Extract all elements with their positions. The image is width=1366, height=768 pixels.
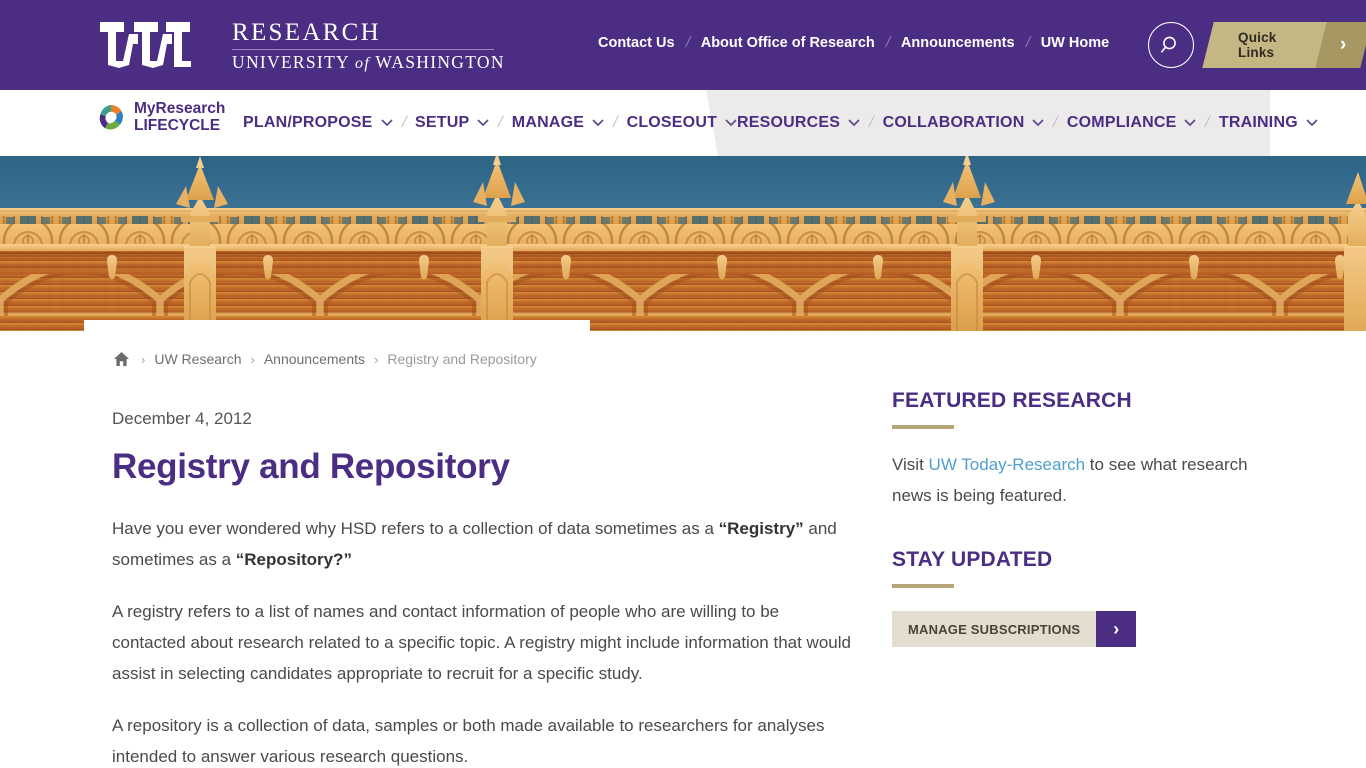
brand-research: RESEARCH [232, 20, 494, 50]
nav-item-manage[interactable]: MANAGE [512, 114, 604, 132]
page-title: Registry and Repository [112, 447, 510, 486]
quick-links-label-wrap: Quick Links [1202, 22, 1329, 68]
site-header: RESEARCH UNIVERSITY of WASHINGTON Contac… [0, 0, 1366, 90]
lifecycle-circle-icon [99, 104, 123, 130]
utility-nav: Contact Us / About Office of Research / … [598, 34, 1109, 51]
home-icon[interactable] [113, 351, 130, 367]
manage-subscriptions-label: MANAGE SUBSCRIPTIONS [908, 621, 1081, 637]
nav-label: PLAN/PROPOSE [243, 114, 373, 131]
breadcrumb: › UW Research › Announcements › Registry… [113, 351, 537, 367]
uw-research-logo[interactable]: RESEARCH UNIVERSITY of WASHINGTON [98, 20, 505, 72]
hero-white-inset [84, 320, 590, 331]
p1-bold-registry: “Registry” [718, 518, 804, 538]
heading-rule [892, 584, 954, 588]
myresearch-lifecycle-logo[interactable]: MyResearch LIFECYCLE [96, 100, 225, 134]
nav-item-closeout[interactable]: CLOSEOUT [627, 114, 738, 132]
p1-text-a: Have you ever wondered why HSD refers to… [112, 518, 719, 538]
featured-research-block: FEATURED RESEARCH Visit UW Today-Researc… [892, 389, 1272, 511]
stay-updated-block: STAY UPDATED MANAGE SUBSCRIPTIONS › [892, 548, 1272, 647]
breadcrumb-separator: › [374, 351, 379, 367]
breadcrumb-separator: › [250, 351, 255, 367]
nav-group-right: RESOURCES / COLLABORATION / COMPLIANCE /… [737, 90, 1318, 156]
nav-divider: / [683, 34, 692, 51]
featured-research-heading: FEATURED RESEARCH [892, 389, 1132, 412]
nav-divider: / [399, 114, 408, 131]
nav-divider: / [867, 114, 876, 131]
top-link-announcements[interactable]: Announcements [901, 35, 1015, 51]
mrl-line-1: MyResearch [134, 100, 226, 117]
manage-subscriptions-button[interactable]: MANAGE SUBSCRIPTIONS › [892, 611, 1137, 647]
nav-item-training[interactable]: TRAINING [1219, 114, 1318, 132]
nav-label: COLLABORATION [882, 114, 1025, 131]
breadcrumb-item-uw-research[interactable]: UW Research [154, 351, 241, 367]
nav-label: COMPLIANCE [1066, 114, 1177, 131]
nav-group-left: PLAN/PROPOSE / SETUP / MANAGE / CLOSEOUT [243, 90, 737, 156]
mrl-line-2: LIFECYCLE [134, 117, 221, 134]
article-paragraph-3: A repository is a collection of data, sa… [112, 715, 825, 766]
featured-text-before: Visit [892, 455, 929, 474]
brand-university: UNIVERSITY of WASHINGTON [232, 52, 505, 72]
top-link-uw-home[interactable]: UW Home [1041, 35, 1109, 51]
top-link-contact-us[interactable]: Contact Us [598, 35, 675, 51]
nav-item-collaboration[interactable]: COLLABORATION [883, 114, 1045, 132]
breadcrumb-item-announcements[interactable]: Announcements [264, 351, 365, 367]
top-link-about-office-of-research[interactable]: About Office of Research [701, 35, 875, 51]
search-icon [1160, 36, 1176, 53]
nav-divider: / [1203, 114, 1212, 131]
article-paragraph-1: Have you ever wondered why HSD refers to… [112, 513, 857, 575]
nav-divider: / [883, 34, 892, 51]
chevron-down-icon[interactable] [380, 114, 393, 132]
nav-label: SETUP [415, 114, 470, 131]
nav-label: RESOURCES [737, 114, 841, 131]
uw-today-research-link[interactable]: UW Today-Research [929, 455, 1086, 474]
nav-item-compliance[interactable]: COMPLIANCE [1067, 114, 1197, 132]
chevron-down-icon[interactable] [1184, 114, 1197, 132]
nav-label: CLOSEOUT [626, 114, 718, 131]
breadcrumb-item-current: Registry and Repository [387, 351, 537, 367]
chevron-down-icon[interactable] [1306, 114, 1318, 132]
nav-item-plan-propose[interactable]: PLAN/PROPOSE [243, 114, 393, 132]
nav-divider: / [611, 114, 620, 131]
manage-subscriptions-label-wrap: MANAGE SUBSCRIPTIONS [892, 611, 1097, 647]
p1-bold-repository: “Repository?” [235, 549, 352, 569]
quick-links-button[interactable]: Quick Links › [1202, 22, 1366, 68]
nav-label: MANAGE [511, 114, 585, 131]
stay-updated-heading: STAY UPDATED [892, 548, 1053, 571]
brand-wordmark: RESEARCH UNIVERSITY of WASHINGTON [232, 20, 505, 72]
featured-research-text: Visit UW Today-Research to see what rese… [892, 449, 1272, 511]
main-navigation: MyResearch LIFECYCLE PLAN/PROPOSE / SETU… [0, 90, 1366, 156]
article: December 4, 2012 Registry and Repository… [112, 409, 857, 768]
heading-rule [892, 425, 954, 429]
chevron-down-icon[interactable] [477, 114, 489, 132]
nav-label: TRAINING [1218, 114, 1298, 131]
chevron-right-icon: › [1340, 34, 1347, 55]
myresearch-lifecycle-label: MyResearch LIFECYCLE [134, 100, 225, 134]
quick-links-label: Quick Links [1238, 30, 1277, 60]
chevron-down-icon[interactable] [848, 114, 860, 132]
sidebar: FEATURED RESEARCH Visit UW Today-Researc… [892, 389, 1272, 647]
nav-divider: / [496, 114, 505, 131]
chevron-right-icon: › [1096, 611, 1137, 647]
nav-item-resources[interactable]: RESOURCES [737, 114, 860, 132]
uw-w-logo-icon [98, 20, 198, 72]
nav-item-setup[interactable]: SETUP [415, 114, 489, 132]
nav-divider: / [1051, 114, 1060, 131]
search-button[interactable] [1148, 22, 1194, 68]
article-date: December 4, 2012 [112, 409, 252, 428]
hero-image [0, 156, 1366, 331]
chevron-down-icon[interactable] [725, 114, 737, 132]
nav-divider: / [1023, 34, 1032, 51]
breadcrumb-separator: › [141, 351, 146, 367]
hero-banner [0, 156, 1366, 331]
chevron-down-icon[interactable] [592, 114, 604, 132]
chevron-down-icon[interactable] [1032, 114, 1045, 132]
article-paragraph-2: A registry refers to a list of names and… [112, 601, 851, 683]
